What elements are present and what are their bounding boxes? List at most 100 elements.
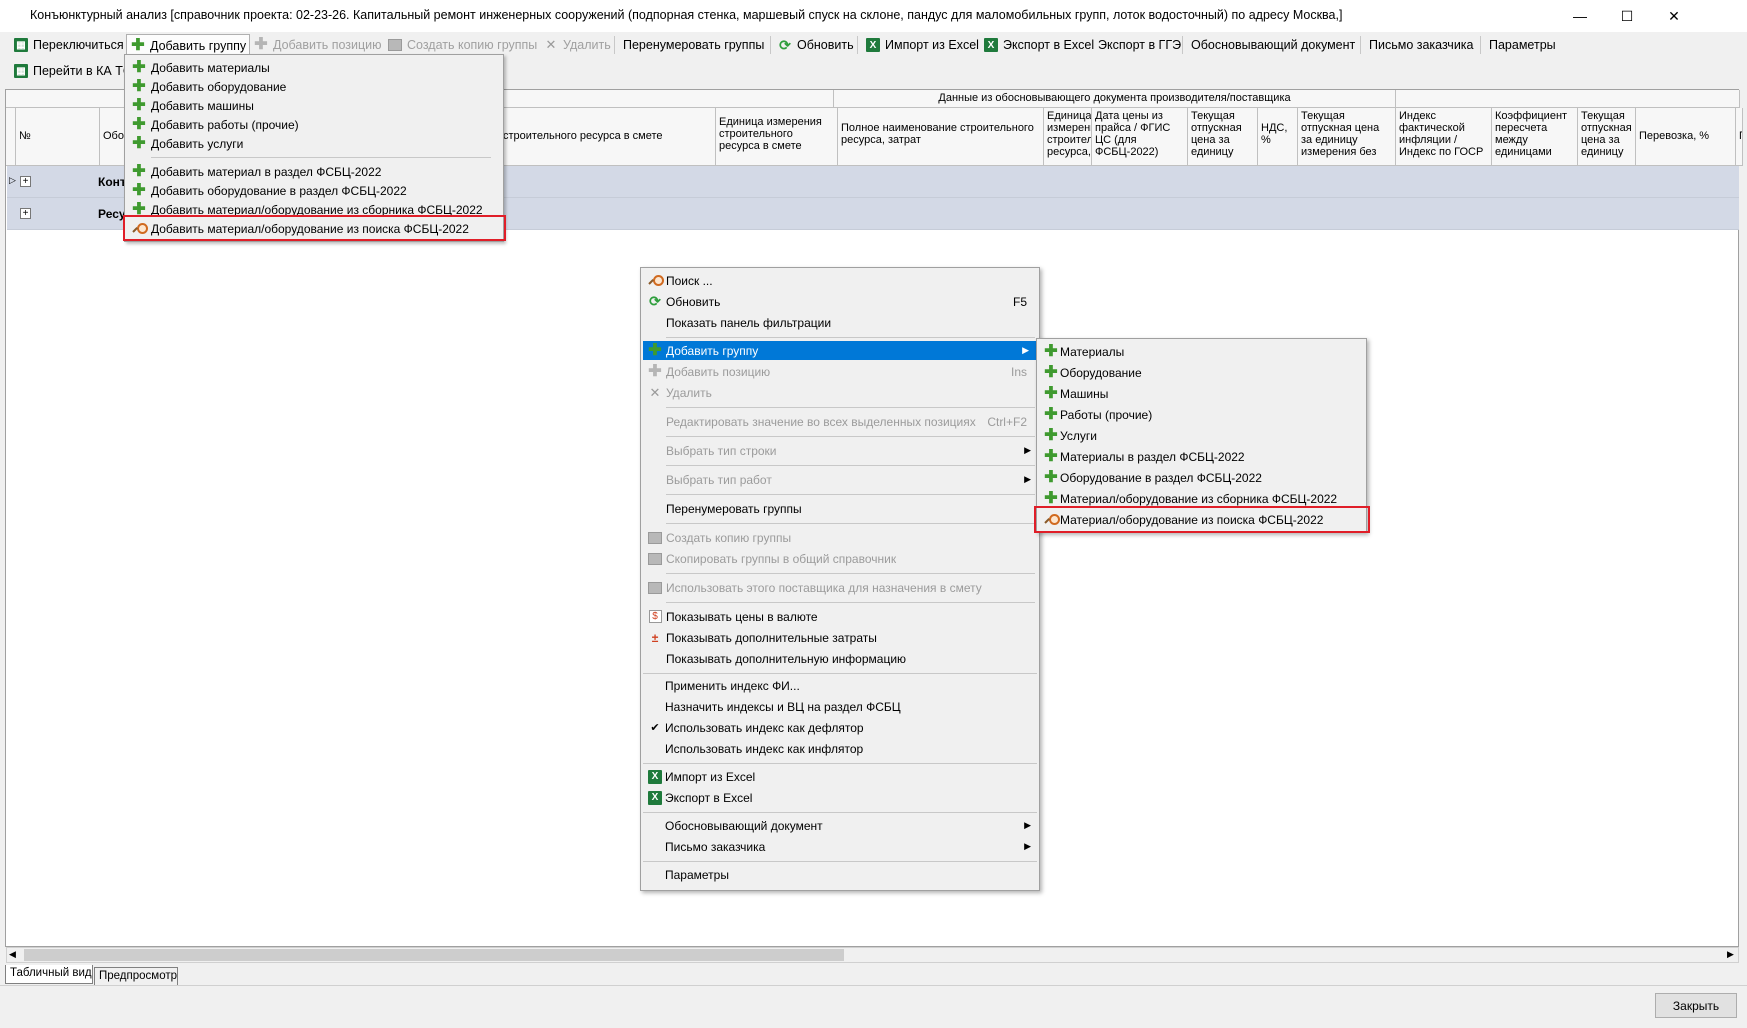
menu-add-machines[interactable]: ✚ Добавить машины <box>125 96 503 115</box>
col-cur-price[interactable]: Текущая отпускная цена за единицу <box>1188 108 1258 166</box>
menu-divider <box>666 494 1035 495</box>
renumber-label: Перенумеровать группы <box>623 38 765 52</box>
go-ka-tsk-button[interactable]: ▦ Перейти в КА ТСК <box>10 60 142 82</box>
footer-divider <box>0 985 1747 986</box>
refresh-button[interactable]: ⟳ Обновить <box>774 34 857 56</box>
ctx-edit-all[interactable]: Редактировать значение во всех выделенны… <box>641 412 1039 431</box>
sub-machines[interactable]: ✚ Машины <box>1037 384 1366 403</box>
sub-materials[interactable]: ✚ Материалы <box>1037 342 1366 361</box>
sub-works[interactable]: ✚ Работы (прочие) <box>1037 405 1366 424</box>
ctx-renumber[interactable]: Перенумеровать группы <box>641 499 1039 518</box>
ctx-refresh[interactable]: ⟳ Обновить F5 <box>641 292 1039 311</box>
menu-label: Работы (прочие) <box>1060 407 1153 422</box>
export-gge-label: Экспорт в ГГЭ <box>1098 38 1182 52</box>
ctx-show-extra-info[interactable]: Показывать дополнительную информацию <box>641 649 1039 668</box>
renumber-button[interactable]: Перенумеровать группы <box>620 34 767 56</box>
scroll-left-icon[interactable]: ◀ <box>9 949 16 960</box>
delete-button[interactable]: ✕ Удалить <box>540 34 614 56</box>
ctx-row-type[interactable]: Выбрать тип строки ▶ <box>641 441 1039 460</box>
add-position-button[interactable]: ✚ Добавить позицию <box>250 34 385 56</box>
ctx-customer-letter[interactable]: Письмо заказчика ▶ <box>641 837 1039 856</box>
expand-icon[interactable]: + <box>20 176 31 187</box>
menu-add-material-fsbc[interactable]: ✚ Добавить материал в раздел ФСБЦ-2022 <box>125 162 503 181</box>
menu-add-equipment-fsbc[interactable]: ✚ Добавить оборудование в раздел ФСБЦ-202… <box>125 181 503 200</box>
sub-services[interactable]: ✚ Услуги <box>1037 426 1366 445</box>
ctx-show-currency[interactable]: $ Показывать цены в валюте <box>641 607 1039 626</box>
ctx-import-excel[interactable]: X Импорт из Excel <box>641 767 1039 786</box>
create-copy-button[interactable]: Создать копию группы <box>384 34 540 56</box>
ctx-search[interactable]: Поиск ... <box>641 271 1039 290</box>
menu-label: Добавить услуги <box>151 136 244 151</box>
minimize-window-button[interactable]: — <box>1557 0 1603 32</box>
expand-icon[interactable]: + <box>20 208 31 219</box>
import-excel-button[interactable]: X Импорт из Excel <box>862 34 982 56</box>
ctx-copy-to-common[interactable]: Скопировать группы в общий справочник <box>641 549 1039 568</box>
col-last[interactable]: П <box>1736 108 1743 166</box>
close-window-button[interactable]: ✕ <box>1651 0 1697 32</box>
col-index[interactable]: Индекс фактической инфляции / Индекс по … <box>1396 108 1492 166</box>
ctx-use-inflator[interactable]: Использовать индекс как инфлятор <box>641 739 1039 758</box>
menu-add-works[interactable]: ✚ Добавить работы (прочие) <box>125 115 503 134</box>
menu-label: Добавить материалы <box>151 60 270 75</box>
maximize-window-button[interactable]: ☐ <box>1604 0 1650 32</box>
ctx-use-supplier[interactable]: Использовать этого поставщика для назнач… <box>641 578 1039 597</box>
tab-preview[interactable]: Предпросмотр <box>94 967 178 986</box>
horizontal-scrollbar[interactable]: ◀ ▶ <box>6 947 1739 963</box>
close-button[interactable]: Закрыть <box>1655 993 1737 1018</box>
scroll-thumb[interactable] <box>24 949 844 961</box>
params-button[interactable]: Параметры <box>1486 34 1559 56</box>
justify-doc-label: Обосновывающий документ <box>1191 38 1356 52</box>
menu-add-materials[interactable]: ✚ Добавить материалы <box>125 58 503 77</box>
col-unit2[interactable]: Единица измерения строительного ресурса, <box>1044 108 1092 166</box>
scroll-right-icon[interactable]: ▶ <box>1727 949 1734 960</box>
menu-label: Добавить оборудование в раздел ФСБЦ-2022 <box>151 183 407 198</box>
menu-add-services[interactable]: ✚ Добавить услуги <box>125 134 503 153</box>
col-transport[interactable]: Перевозка, % <box>1636 108 1736 166</box>
col-cur-price2[interactable]: Текущая отпускная цена за единицу <box>1578 108 1636 166</box>
col-price-date[interactable]: Дата цены из прайса / ФГИС ЦС (для ФСБЦ-… <box>1092 108 1188 166</box>
menu-divider <box>666 465 1035 466</box>
ctx-justify-doc[interactable]: Обосновывающий документ ▶ <box>641 816 1039 835</box>
ctx-show-filter[interactable]: Показать панель фильтрации <box>641 313 1039 332</box>
sub-materials-fsbc[interactable]: ✚ Материалы в раздел ФСБЦ-2022 <box>1037 447 1366 466</box>
switch-button[interactable]: ▦ Переключиться <box>10 34 127 56</box>
ctx-apply-index[interactable]: Применить индекс ФИ... <box>641 676 1039 695</box>
col-full-name[interactable]: Полное наименование строительного ресурс… <box>838 108 1044 166</box>
ctx-show-extra-costs[interactable]: ± Показывать дополнительные затраты <box>641 628 1039 647</box>
sub-equipment[interactable]: ✚ Оборудование <box>1037 363 1366 382</box>
ctx-assign-index[interactable]: Назначить индексы и ВЦ на раздел ФСБЦ <box>641 697 1039 716</box>
refresh-icon: ⟳ <box>649 293 661 309</box>
calculator-icon: ▦ <box>13 37 29 53</box>
row-label: Ресу <box>98 207 126 221</box>
menu-label: Показать панель фильтрации <box>666 315 832 330</box>
params-label: Параметры <box>1489 38 1556 52</box>
menu-label: Добавить работы (прочие) <box>151 117 299 132</box>
ctx-export-excel[interactable]: X Экспорт в Excel <box>641 788 1039 807</box>
col-cur-price-unit[interactable]: Текущая отпускная цена за единицу измере… <box>1298 108 1396 166</box>
ctx-work-type[interactable]: Выбрать тип работ ▶ <box>641 470 1039 489</box>
ctx-add-position[interactable]: ✚ Добавить позицию Ins <box>641 362 1039 381</box>
justify-doc-button[interactable]: Обосновывающий документ <box>1188 34 1358 56</box>
export-gge-button[interactable]: Экспорт в ГГЭ <box>1095 34 1184 56</box>
col-coef[interactable]: Коэффициент пересчета между единицами <box>1492 108 1578 166</box>
menu-label: Применить индекс ФИ... <box>665 678 800 693</box>
menu-label: Добавить машины <box>151 98 254 113</box>
col-unit[interactable]: Единица измерения строительного ресурса … <box>716 108 838 166</box>
col-resource-name[interactable]: строительного ресурса в смете <box>500 108 716 166</box>
ctx-create-copy[interactable]: Создать копию группы <box>641 528 1039 547</box>
customer-letter-button[interactable]: Письмо заказчика <box>1366 34 1477 56</box>
ctx-use-deflator[interactable]: ✔ Использовать индекс как дефлятор <box>641 718 1039 737</box>
context-menu: Поиск ... ⟳ Обновить F5 Показать панель фи… <box>640 267 1040 891</box>
add-group-button[interactable]: ✚ Добавить группу <box>126 34 251 56</box>
ctx-params[interactable]: Параметры <box>641 865 1039 884</box>
export-excel-button[interactable]: X Экспорт в Excel <box>980 34 1097 56</box>
col-num[interactable]: № <box>16 108 100 166</box>
ctx-delete[interactable]: ✕ Удалить <box>641 383 1039 402</box>
plus-icon: ✚ <box>254 36 268 53</box>
menu-add-equipment[interactable]: ✚ Добавить оборудование <box>125 77 503 96</box>
sub-equipment-fsbc[interactable]: ✚ Оборудование в раздел ФСБЦ-2022 <box>1037 468 1366 487</box>
plus-icon: ✚ <box>132 181 146 199</box>
col-vat[interactable]: НДС, % <box>1258 108 1298 166</box>
ctx-add-group[interactable]: ✚ Добавить группу ▶ <box>643 341 1037 360</box>
tab-table-view[interactable]: Табличный вид <box>5 965 93 984</box>
